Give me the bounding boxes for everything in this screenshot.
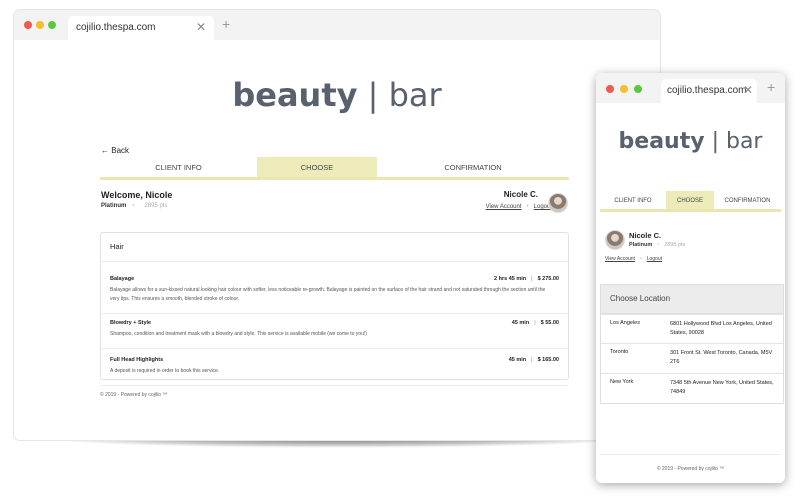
maximize-window-dot[interactable] bbox=[634, 85, 642, 93]
tab-client-info[interactable]: CLIENT INFO bbox=[600, 191, 666, 209]
step-tabs: CLIENT INFO CHOOSE CONFIRMATION bbox=[600, 191, 781, 212]
maximize-window-dot[interactable] bbox=[48, 21, 56, 29]
minimize-window-dot[interactable] bbox=[36, 21, 44, 29]
tab-choose[interactable]: CHOOSE bbox=[257, 157, 377, 177]
footer-text: © 2019 - Powered by cojilio ™ bbox=[656, 466, 725, 472]
divider bbox=[101, 348, 568, 349]
tab-confirmation[interactable]: CONFIRMATION bbox=[714, 191, 781, 209]
user-name: Nicole C. bbox=[629, 231, 662, 240]
divider bbox=[101, 313, 568, 314]
user-links: View Account • Logout bbox=[485, 204, 552, 210]
view-account-link[interactable]: View Account bbox=[486, 204, 522, 210]
user-name: Nicole C. bbox=[503, 190, 538, 199]
service-meta: 45 min | $ 55.00 bbox=[511, 320, 559, 326]
logo-rest-text: | bar bbox=[357, 76, 442, 114]
footer-text: © 2019 - Powered by cojilio ™ bbox=[100, 392, 168, 398]
logout-link[interactable]: Logout bbox=[647, 256, 662, 262]
browser-chrome: cojilio.thespa.com ✕ + bbox=[14, 10, 660, 40]
mobile-browser-window: cojilio.thespa.com ✕ + beauty | bar CLIE… bbox=[596, 73, 785, 483]
service-name[interactable]: Full Head Highlights bbox=[110, 357, 163, 363]
back-label: Back bbox=[111, 146, 130, 155]
brand-logo: beauty | bar bbox=[596, 129, 785, 154]
location-city: New York bbox=[610, 379, 634, 385]
close-icon[interactable]: ✕ bbox=[743, 83, 753, 97]
plus-icon[interactable]: + bbox=[222, 16, 230, 32]
service-name[interactable]: Balayage bbox=[110, 276, 134, 282]
service-duration: 2 hrs 45 min bbox=[494, 276, 527, 282]
browser-tab[interactable]: cojilio.thespa.com ✕ bbox=[68, 16, 214, 40]
location-card: Choose Location Los Angeles 6801 Hollywo… bbox=[600, 284, 784, 404]
location-row[interactable]: Toronto 301 Front St. West Toronto, Cana… bbox=[601, 343, 783, 373]
back-link[interactable]: ← Back bbox=[101, 146, 129, 155]
service-name[interactable]: Blowdry + Style bbox=[110, 320, 151, 326]
location-city: Toronto bbox=[610, 349, 629, 355]
footer-divider bbox=[600, 454, 781, 455]
view-account-link[interactable]: View Account bbox=[605, 256, 635, 262]
welcome-heading: Welcome, Nicole bbox=[101, 190, 173, 200]
membership-tier: Platinum • 2895 pts bbox=[101, 203, 168, 209]
arrow-left-icon: ← bbox=[101, 146, 109, 155]
service-description: A deposit is required in order to book t… bbox=[110, 368, 220, 374]
tab-confirmation[interactable]: CONFIRMATION bbox=[377, 157, 569, 177]
service-duration: 45 min bbox=[511, 320, 530, 326]
minimize-window-dot[interactable] bbox=[620, 85, 628, 93]
points-label: 2895 pts bbox=[664, 242, 686, 248]
tab-title: cojilio.thespa.com bbox=[76, 22, 156, 33]
service-duration: 45 min bbox=[508, 357, 527, 363]
location-header: Choose Location bbox=[601, 285, 783, 314]
close-icon[interactable]: ✕ bbox=[196, 20, 206, 34]
brand-logo: beauty | bar bbox=[14, 76, 660, 114]
browser-tab[interactable]: cojilio.thespa.com ✕ bbox=[661, 79, 757, 103]
tier-label: Platinum bbox=[629, 242, 653, 248]
service-meta: 45 min | $ 165.00 bbox=[508, 357, 559, 363]
close-window-dot[interactable] bbox=[606, 85, 614, 93]
service-meta: 2 hrs 45 min | $ 275.00 bbox=[494, 276, 559, 282]
location-row[interactable]: New York 7348 5th Avenue New York, Unite… bbox=[601, 373, 783, 403]
location-address: 7348 5th Avenue New York, United States,… bbox=[670, 380, 774, 395]
location-address: 6801 Hollywood Blvd Los Angeles, United … bbox=[670, 321, 772, 336]
plus-icon[interactable]: + bbox=[767, 79, 775, 95]
browser-chrome: cojilio.thespa.com ✕ + bbox=[596, 73, 785, 103]
logo-bold-text: beauty bbox=[618, 129, 705, 154]
avatar[interactable] bbox=[605, 230, 625, 250]
tab-choose[interactable]: CHOOSE bbox=[666, 191, 714, 209]
points-label: 2895 pts bbox=[144, 203, 168, 209]
user-links: View Account • Logout bbox=[605, 256, 662, 262]
footer-divider bbox=[100, 385, 568, 386]
location-row[interactable]: Los Angeles 6801 Hollywood Blvd Los Ange… bbox=[601, 314, 783, 344]
avatar[interactable] bbox=[548, 193, 568, 213]
logo-rest-text: | bar bbox=[704, 129, 763, 154]
service-description: Shampoo, condition and treatment mask wi… bbox=[110, 331, 367, 337]
location-city: Los Angeles bbox=[610, 320, 640, 326]
service-card: Hair Balayage 2 hrs 45 min | $ 275.00 Bala… bbox=[100, 232, 569, 380]
divider bbox=[101, 261, 568, 262]
tier-label: Platinum bbox=[101, 203, 127, 209]
service-description: Balayage allows for a sun-kissed natural… bbox=[110, 287, 546, 302]
tab-client-info[interactable]: CLIENT INFO bbox=[100, 157, 257, 177]
membership-tier: Platinum • 2895 pts bbox=[629, 242, 686, 248]
step-tabs: CLIENT INFO CHOOSE CONFIRMATION bbox=[100, 157, 569, 180]
category-title: Hair bbox=[110, 242, 124, 251]
logo-bold-text: beauty bbox=[232, 76, 358, 114]
close-window-dot[interactable] bbox=[24, 21, 32, 29]
service-price: $ 165.00 bbox=[537, 357, 559, 363]
tab-title: cojilio.thespa.com bbox=[667, 85, 747, 96]
location-address: 301 Front St. West Toronto, Canada, M5V … bbox=[670, 350, 773, 365]
desktop-browser-window: cojilio.thespa.com ✕ + beauty | bar ← Ba… bbox=[14, 10, 660, 440]
service-price: $ 55.00 bbox=[540, 320, 559, 326]
service-price: $ 275.00 bbox=[537, 276, 559, 282]
